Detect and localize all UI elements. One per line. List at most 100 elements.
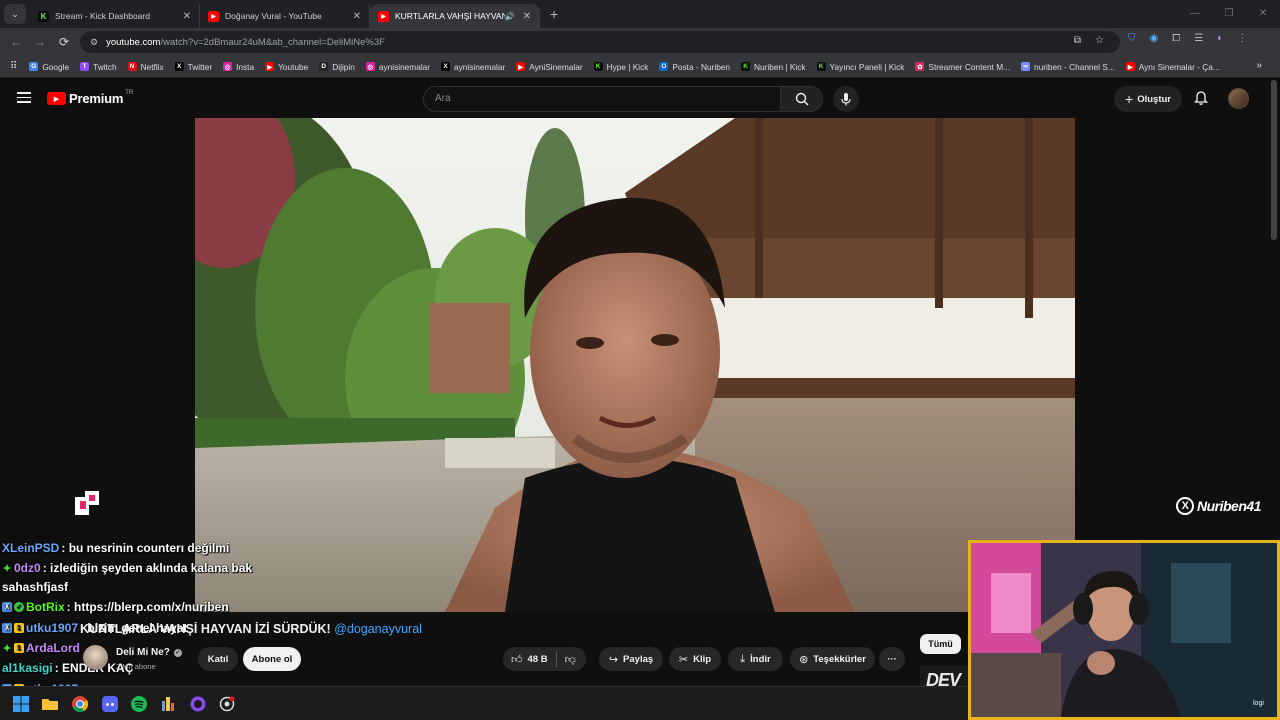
- extensions-puzzle-icon[interactable]: ⧠: [1172, 33, 1180, 44]
- discord-icon[interactable]: [102, 696, 118, 712]
- close-window-button[interactable]: ✕: [1246, 0, 1280, 28]
- cast-icon[interactable]: ⧉: [1074, 35, 1081, 46]
- bookmark-0[interactable]: G Google: [29, 62, 69, 72]
- video-player[interactable]: [195, 118, 1075, 612]
- bookmarks-overflow-icon[interactable]: »: [1256, 60, 1262, 71]
- chat-message: XLeinPSD: bu nesrinin counterı değilmi: [2, 541, 229, 555]
- chat-username: XLeinPSD: [2, 541, 60, 555]
- download-icon: ⤓: [740, 652, 746, 665]
- back-button[interactable]: ←: [4, 35, 28, 49]
- youtube-premium-logo[interactable]: ▶ Premium TR: [47, 90, 133, 106]
- bookmark-3[interactable]: X Twitter: [174, 62, 212, 72]
- app-icon[interactable]: [160, 696, 176, 712]
- browser-tab-doganay-youtube[interactable]: ▶ Doğanay Vural - YouTube ✕: [200, 4, 370, 28]
- bookmark-8[interactable]: Xaynisinemalar: [441, 62, 505, 72]
- streamlabs-icon[interactable]: [219, 696, 235, 712]
- bookmark-label: Hype | Kick: [606, 61, 649, 72]
- voice-search-button[interactable]: [833, 86, 859, 112]
- file-explorer-icon[interactable]: [42, 696, 58, 712]
- video-title-mention[interactable]: @doganayvural: [334, 622, 422, 636]
- close-icon[interactable]: ✕: [183, 11, 191, 22]
- search-input[interactable]: Ara: [423, 86, 781, 112]
- bookmark-14[interactable]: ✿ Streamer Content M...: [915, 62, 1010, 72]
- browser-tab-current-video[interactable]: ▶ KURTLARLA VAHŞİ HAYVAN 🔊 ✕: [370, 4, 540, 28]
- kick-icon: K: [816, 62, 826, 71]
- reload-button[interactable]: ⟳: [52, 35, 76, 49]
- obs-icon[interactable]: [190, 696, 206, 712]
- super-thanks-icon: ⊛: [799, 653, 809, 666]
- bookmark-16[interactable]: ▶ Aynı Sinemalar - Ça...: [1125, 62, 1220, 72]
- bookmark-13[interactable]: K Yayıncı Paneli | Kick: [816, 62, 904, 72]
- chat-text: : izlediğin şeyden aklında kalana bak: [42, 561, 253, 575]
- create-button[interactable]: + Oluştur: [1114, 86, 1182, 112]
- youtube-play-icon: ▶: [47, 92, 66, 105]
- thanks-button[interactable]: ⊛ Teşekkürler: [790, 647, 875, 671]
- bookmark-9[interactable]: ▶ AyniSinemalar: [516, 62, 583, 72]
- windows-start-icon[interactable]: [13, 696, 29, 712]
- bookmark-4[interactable]: ◎ Insta: [223, 62, 254, 72]
- channel-avatar[interactable]: [83, 645, 108, 670]
- menu-kebab-icon[interactable]: ⋮: [1237, 33, 1247, 44]
- youtube-icon: ▶: [265, 62, 275, 71]
- like-count[interactable]: 48 B: [528, 654, 548, 665]
- clip-button[interactable]: ✂ Klip: [669, 647, 721, 671]
- download-button[interactable]: ⤓ İndir: [728, 647, 783, 671]
- bookmark-star-icon[interactable]: ☆: [1095, 35, 1104, 46]
- notifications-bell-icon[interactable]: [1193, 90, 1209, 106]
- chat-message: al1kasigi: ENDER KAÇ: [2, 661, 133, 675]
- apps-grid-icon[interactable]: ⠿: [10, 61, 17, 72]
- reading-list-icon[interactable]: ☰: [1194, 33, 1203, 44]
- bookmark-10[interactable]: K Hype | Kick: [593, 61, 649, 72]
- bookmark-12[interactable]: K Nuriben | Kick: [741, 62, 806, 72]
- account-avatar[interactable]: [1228, 88, 1249, 109]
- chip-all[interactable]: Tümü: [920, 634, 961, 654]
- close-icon[interactable]: ✕: [353, 11, 361, 22]
- chrome-icon[interactable]: [72, 696, 88, 712]
- join-button[interactable]: Katıl: [198, 647, 238, 671]
- youtube-icon: ▶: [1125, 62, 1135, 71]
- forward-button[interactable]: →: [28, 35, 52, 49]
- spotify-icon[interactable]: [131, 696, 147, 712]
- browser-toolbar: ← → ⟳ ⚙ youtube.com/watch?v=2dBmaur24uM&…: [0, 28, 1280, 56]
- new-tab-button[interactable]: +: [550, 6, 558, 22]
- browser-tab-strip: ⌄ K Stream - Kick Dashboard ✕ ▶ Doğanay …: [0, 0, 1280, 28]
- minimize-button[interactable]: —: [1178, 0, 1212, 28]
- chat-badge-gold-icon: 1: [14, 623, 24, 633]
- more-actions-button[interactable]: ···: [879, 647, 905, 671]
- tab-search-button[interactable]: ⌄: [4, 4, 26, 24]
- address-bar[interactable]: ⚙ youtube.com/watch?v=2dBmaur24uM&ab_cha…: [80, 31, 1120, 53]
- chevron-down-icon: ⌄: [11, 8, 19, 19]
- site-info-icon[interactable]: ⚙: [90, 37, 98, 48]
- speaker-icon[interactable]: 🔊: [505, 12, 515, 21]
- video-title: KURTLARLA VAHŞİ HAYVAN İZİ SÜRDÜK! @doga…: [80, 622, 422, 636]
- page-scrollbar[interactable]: [1271, 80, 1277, 240]
- x-icon: X: [441, 62, 451, 71]
- hamburger-menu-icon[interactable]: [17, 92, 31, 103]
- bookmark-2[interactable]: N Netflix: [127, 62, 164, 72]
- vpn-extension-icon[interactable]: ◉: [1150, 33, 1159, 44]
- thumbs-up-icon[interactable]: 👍︎: [511, 653, 523, 666]
- webcam-feed: [971, 543, 1277, 717]
- dijipin-icon: D: [319, 62, 329, 71]
- bookmark-15[interactable]: ∞ nuriben - Channel S...: [1021, 62, 1115, 72]
- browser-tab-kick-dashboard[interactable]: K Stream - Kick Dashboard ✕: [30, 4, 200, 28]
- instagram-icon: ◎: [365, 62, 375, 71]
- bookmark-11[interactable]: O Posta - Nuriben: [659, 62, 730, 72]
- bookmark-6[interactable]: D Dijipin: [319, 62, 355, 72]
- bookmark-5[interactable]: ▶ Youtube: [265, 62, 308, 72]
- clip-label: Klip: [693, 653, 712, 665]
- subscribe-button[interactable]: Abone ol: [243, 647, 301, 671]
- share-button[interactable]: ↪ Paylaş: [599, 647, 663, 671]
- bookmark-7[interactable]: ◎ aynisinemalar: [365, 62, 430, 72]
- like-dislike-group: 👍︎ 48 B 👎︎: [503, 647, 586, 671]
- bookmark-label: Google: [42, 61, 70, 72]
- profile-icon[interactable]: ◐: [1217, 33, 1223, 44]
- instagram-icon: ◎: [223, 62, 233, 71]
- search-button[interactable]: [781, 86, 823, 112]
- thumbs-down-icon[interactable]: 👎︎: [565, 653, 576, 666]
- shield-extension-icon[interactable]: ⛉: [1128, 33, 1136, 44]
- bookmark-1[interactable]: T Twitch: [80, 62, 117, 72]
- close-icon[interactable]: ✕: [523, 11, 531, 22]
- maximize-button[interactable]: ❐: [1212, 0, 1246, 28]
- channel-name-link[interactable]: Deli Mi Ne? ✓: [116, 647, 182, 658]
